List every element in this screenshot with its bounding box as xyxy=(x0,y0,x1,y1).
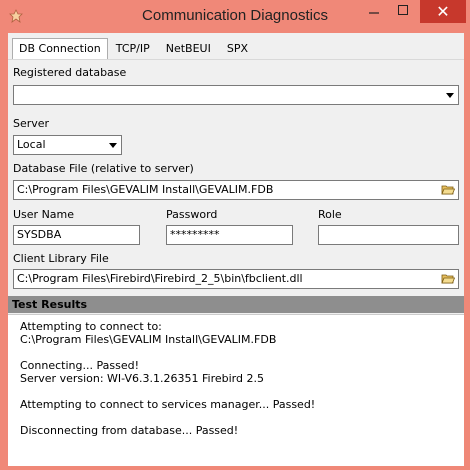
password-label: Password xyxy=(166,208,218,221)
tab-tcp-ip[interactable]: TCP/IP xyxy=(108,40,158,60)
minimize-button[interactable] xyxy=(360,0,388,23)
registered-database-select[interactable] xyxy=(13,85,459,105)
role-label: Role xyxy=(318,208,342,221)
registered-database-label: Registered database xyxy=(13,66,127,79)
database-file-value: C:\Program Files\GEVALIM Install\GEVALIM… xyxy=(17,183,274,196)
chevron-down-icon[interactable] xyxy=(442,86,458,104)
title-bar[interactable]: Communication Diagnostics ✕ xyxy=(0,0,470,33)
results-line: Attempting to connect to: xyxy=(20,320,162,333)
client-library-value: C:\Program Files\Firebird\Firebird_2_5\b… xyxy=(17,272,303,285)
maximize-button[interactable] xyxy=(389,0,417,23)
maximize-icon xyxy=(398,5,408,18)
client-library-input[interactable]: C:\Program Files\Firebird\Firebird_2_5\b… xyxy=(13,269,459,289)
user-name-label: User Name xyxy=(13,208,75,221)
results-line: Server version: WI-V6.3.1.26351 Firebird… xyxy=(20,372,264,385)
db-connection-panel: Registered database Server Local Databas… xyxy=(8,59,464,296)
results-line: Disconnecting from database... Passed! xyxy=(20,424,239,437)
password-input[interactable]: ********* xyxy=(166,225,293,245)
database-file-label: Database File (relative to server) xyxy=(13,162,194,175)
user-name-input[interactable]: SYSDBA xyxy=(13,225,140,245)
results-line: Connecting... Passed! xyxy=(20,359,139,372)
close-icon: ✕ xyxy=(436,2,450,21)
role-input[interactable] xyxy=(318,225,459,245)
close-button[interactable]: ✕ xyxy=(420,0,466,23)
folder-open-icon[interactable] xyxy=(438,181,458,199)
test-results-header: Test Results xyxy=(8,296,464,313)
database-file-input[interactable]: C:\Program Files\GEVALIM Install\GEVALIM… xyxy=(13,180,459,200)
server-select[interactable]: Local xyxy=(13,135,122,155)
client-area: DB Connection TCP/IP NetBEUI SPX Registe… xyxy=(8,33,464,466)
chevron-down-icon[interactable] xyxy=(105,136,121,154)
client-library-label: Client Library File xyxy=(13,252,109,265)
folder-open-icon[interactable] xyxy=(438,270,458,288)
server-label: Server xyxy=(13,117,50,130)
tab-netbeui[interactable]: NetBEUI xyxy=(158,40,219,60)
server-value: Local xyxy=(17,138,46,151)
window: Communication Diagnostics ✕ DB Connectio… xyxy=(0,0,470,470)
minimize-icon xyxy=(369,5,379,18)
tab-strip: DB Connection TCP/IP NetBEUI SPX xyxy=(12,38,256,60)
results-line: Attempting to connect to services manage… xyxy=(20,398,316,411)
test-results-output[interactable]: Attempting to connect to: C:\Program Fil… xyxy=(8,314,464,466)
results-line: C:\Program Files\GEVALIM Install\GEVALIM… xyxy=(20,333,277,346)
tab-spx[interactable]: SPX xyxy=(219,40,256,60)
tab-db-connection[interactable]: DB Connection xyxy=(12,38,108,60)
